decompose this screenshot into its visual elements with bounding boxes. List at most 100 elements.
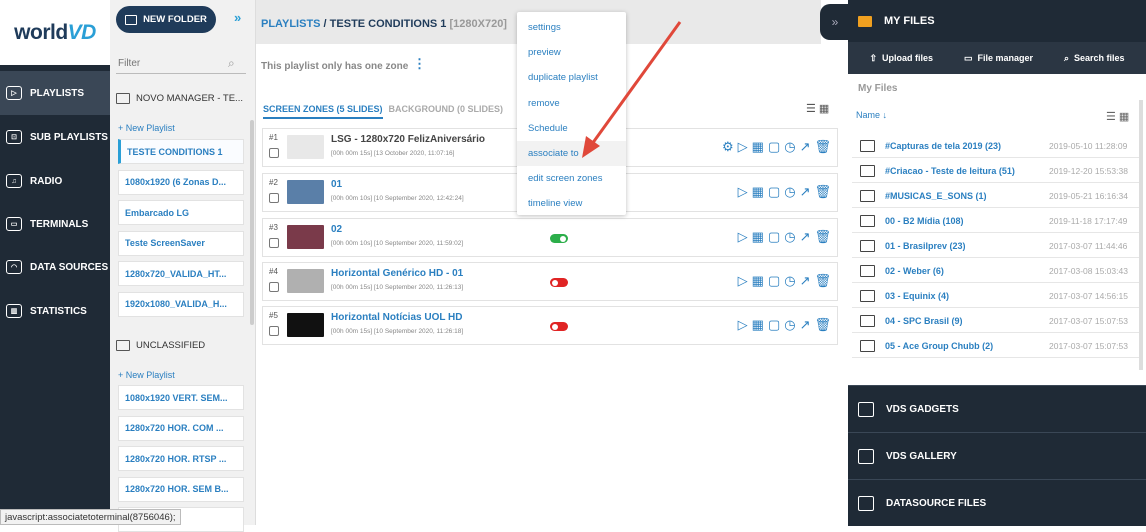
image-icon[interactable]: ▦	[752, 139, 764, 155]
nav-item-data-sources[interactable]: ◠ DATA SOURCES	[0, 245, 110, 289]
slide-checkbox[interactable]	[269, 326, 279, 336]
slide-checkbox[interactable]	[269, 193, 279, 203]
new-folder-button[interactable]: NEW FOLDER	[116, 6, 216, 33]
view-toggle-icon[interactable]: ☰ ▦	[806, 102, 829, 115]
new-playlist-link[interactable]: + New Playlist	[118, 370, 175, 380]
image-icon[interactable]: ▦	[752, 273, 764, 289]
copy-icon[interactable]: ▢	[768, 273, 780, 289]
preview-icon[interactable]: ▷	[738, 229, 748, 245]
playlist-item[interactable]: 1280x720 HOR. RTSP ...	[118, 446, 244, 471]
slide-toggle[interactable]	[550, 278, 568, 287]
slide-title[interactable]: Horizontal Notícias UOL HD	[331, 312, 463, 323]
expand-icon[interactable]: ↗	[800, 273, 811, 289]
copy-icon[interactable]: ▢	[768, 139, 780, 155]
zone-menu-icon[interactable]: ⋮	[413, 56, 426, 72]
file-row[interactable]: #MUSICAS_E_SONS (1) 2019-05-21 16:16:34	[852, 184, 1140, 208]
nav-item-playlists[interactable]: ▷ PLAYLISTS	[0, 71, 110, 115]
filter-input[interactable]	[116, 54, 246, 74]
trash-icon[interactable]: 🗑	[814, 184, 831, 200]
playlist-item[interactable]: 1280x720 HOR. COM ...	[118, 415, 244, 441]
copy-icon[interactable]: ▢	[768, 317, 780, 333]
slide-title[interactable]: 01	[331, 179, 342, 190]
slide-checkbox[interactable]	[269, 238, 279, 248]
expand-icon[interactable]: ↗	[800, 317, 811, 333]
slide-toggle[interactable]	[550, 234, 568, 243]
search-files-button[interactable]: ⌕ Search files	[1064, 53, 1125, 64]
file-row[interactable]: 05 - Ace Group Chubb (2) 2017-03-07 15:07…	[852, 334, 1140, 358]
copy-icon[interactable]: ▢	[768, 184, 780, 200]
clock-icon[interactable]: ◷	[784, 184, 795, 200]
file-row[interactable]: 02 - Weber (6) 2017-03-08 15:03:43	[852, 259, 1140, 283]
section-vds-gallery[interactable]: VDS GALLERY	[848, 432, 1146, 479]
trash-icon[interactable]: 🗑	[814, 229, 831, 245]
image-icon[interactable]: ▦	[752, 317, 764, 333]
nav-item-statistics[interactable]: ▥ STATISTICS	[0, 289, 110, 333]
folder-novo-manager[interactable]: NOVO MANAGER - TE...	[116, 88, 248, 108]
file-row[interactable]: 00 - B2 Mídia (108) 2019-11-18 17:17:49	[852, 209, 1140, 233]
expand-icon[interactable]: ↗	[800, 184, 811, 200]
slide-title[interactable]: 02	[331, 224, 342, 235]
new-playlist-link[interactable]: + New Playlist	[118, 123, 175, 133]
file-row[interactable]: 03 - Equinix (4) 2017-03-07 14:56:15	[852, 284, 1140, 308]
expand-icon[interactable]: ↗	[800, 229, 811, 245]
trash-icon[interactable]: 🗑	[814, 139, 831, 155]
clock-icon[interactable]: ◷	[784, 317, 795, 333]
folder-unclassified[interactable]: UNCLASSIFIED	[116, 335, 248, 355]
breadcrumb-playlists-link[interactable]: PLAYLISTS	[261, 18, 321, 30]
slide-toggle[interactable]	[550, 322, 568, 331]
slide-row[interactable]: #3 02 [00h 00m 10s] [10 September 2020, 11…	[262, 218, 838, 257]
playlist-item[interactable]: 1920x1080_VALIDA_H...	[118, 291, 244, 317]
playlist-item[interactable]: TESTE CONDITIONS 1	[118, 139, 244, 164]
playlist-item[interactable]: Teste ScreenSaver	[118, 230, 244, 256]
playlist-item[interactable]: 1280x720 HOR. SEM B...	[118, 476, 244, 502]
nav-item-radio[interactable]: ♫ RADIO	[0, 159, 110, 203]
playlist-item[interactable]: 1280x720_VALIDA_HT...	[118, 261, 244, 286]
nav-item-terminals[interactable]: ▭ TERMINALS	[0, 202, 110, 246]
expand-icon[interactable]: ↗	[800, 139, 811, 155]
playlist-item[interactable]: Embarcado LG	[118, 200, 244, 225]
slide-meta: [00h 00m 10s] [10 September 2020, 12:42:…	[331, 195, 464, 202]
collapse-sidebar-icon[interactable]: »	[234, 10, 241, 25]
file-manager-button[interactable]: ▭ File manager	[964, 53, 1033, 64]
playlist-item[interactable]: 1080x1920 (6 Zonas D...	[118, 169, 244, 195]
logo[interactable]: world VD	[0, 0, 110, 65]
slide-row[interactable]: #4 Horizontal Genérico HD - 01 [00h 00m 15…	[262, 262, 838, 301]
slide-checkbox[interactable]	[269, 148, 279, 158]
trash-icon[interactable]: 🗑	[814, 273, 831, 289]
slide-checkbox[interactable]	[269, 282, 279, 292]
preview-icon[interactable]: ▷	[738, 184, 748, 200]
preview-icon[interactable]: ▷	[738, 139, 748, 155]
preview-icon[interactable]: ▷	[738, 317, 748, 333]
nav-item-sub-playlists[interactable]: ⊡ SUB PLAYLISTS	[0, 115, 110, 159]
sidebar-scrollbar[interactable]	[250, 120, 254, 325]
preview-icon[interactable]: ▷	[738, 273, 748, 289]
section-vds-gadgets[interactable]: VDS GADGETS	[848, 385, 1146, 432]
file-date: 2017-03-07 15:07:53	[1049, 340, 1128, 351]
gear-icon[interactable]: ⚙	[722, 139, 734, 155]
menu-item-timeline-view[interactable]: timeline view	[517, 191, 626, 216]
file-row[interactable]: 01 - Brasilprev (23) 2017-03-07 11:44:46	[852, 234, 1140, 258]
trash-icon[interactable]: 🗑	[814, 317, 831, 333]
menu-item-edit-screen-zones[interactable]: edit screen zones	[517, 166, 626, 191]
image-icon[interactable]: ▦	[752, 229, 764, 245]
upload-files-button[interactable]: ⇧ Upload files	[869, 53, 933, 64]
slide-row[interactable]: #5 Horizontal Notícias UOL HD [00h 00m 15s…	[262, 306, 838, 345]
image-icon[interactable]: ▦	[752, 184, 764, 200]
slide-title[interactable]: LSG - 1280x720 FelizAniversário	[331, 134, 485, 145]
tab-screen-zones[interactable]: SCREEN ZONES (5 SLIDES)	[263, 104, 383, 119]
section-datasource-files[interactable]: DATASOURCE FILES	[848, 479, 1146, 526]
tab-background[interactable]: BACKGROUND (0 SLIDES)	[389, 104, 504, 114]
view-toggle-icon[interactable]: ☰ ▦	[1106, 110, 1129, 123]
sort-by-name[interactable]: Name ↓	[856, 110, 887, 120]
clock-icon[interactable]: ◷	[784, 273, 795, 289]
clock-icon[interactable]: ◷	[784, 139, 795, 155]
copy-icon[interactable]: ▢	[768, 229, 780, 245]
file-row[interactable]: 04 - SPC Brasil (9) 2017-03-07 15:07:53	[852, 309, 1140, 333]
clock-icon[interactable]: ◷	[784, 229, 795, 245]
slide-title[interactable]: Horizontal Genérico HD - 01	[331, 268, 463, 279]
file-row[interactable]: #Capturas de tela 2019 (23) 2019-05-10 11…	[852, 134, 1140, 158]
files-scrollbar[interactable]	[1139, 100, 1143, 370]
collapse-right-panel-icon[interactable]: »	[820, 4, 850, 40]
file-row[interactable]: #Criacao - Teste de leitura (51) 2019-12-…	[852, 159, 1140, 183]
playlist-item[interactable]: 1080x1920 VERT. SEM...	[118, 385, 244, 410]
